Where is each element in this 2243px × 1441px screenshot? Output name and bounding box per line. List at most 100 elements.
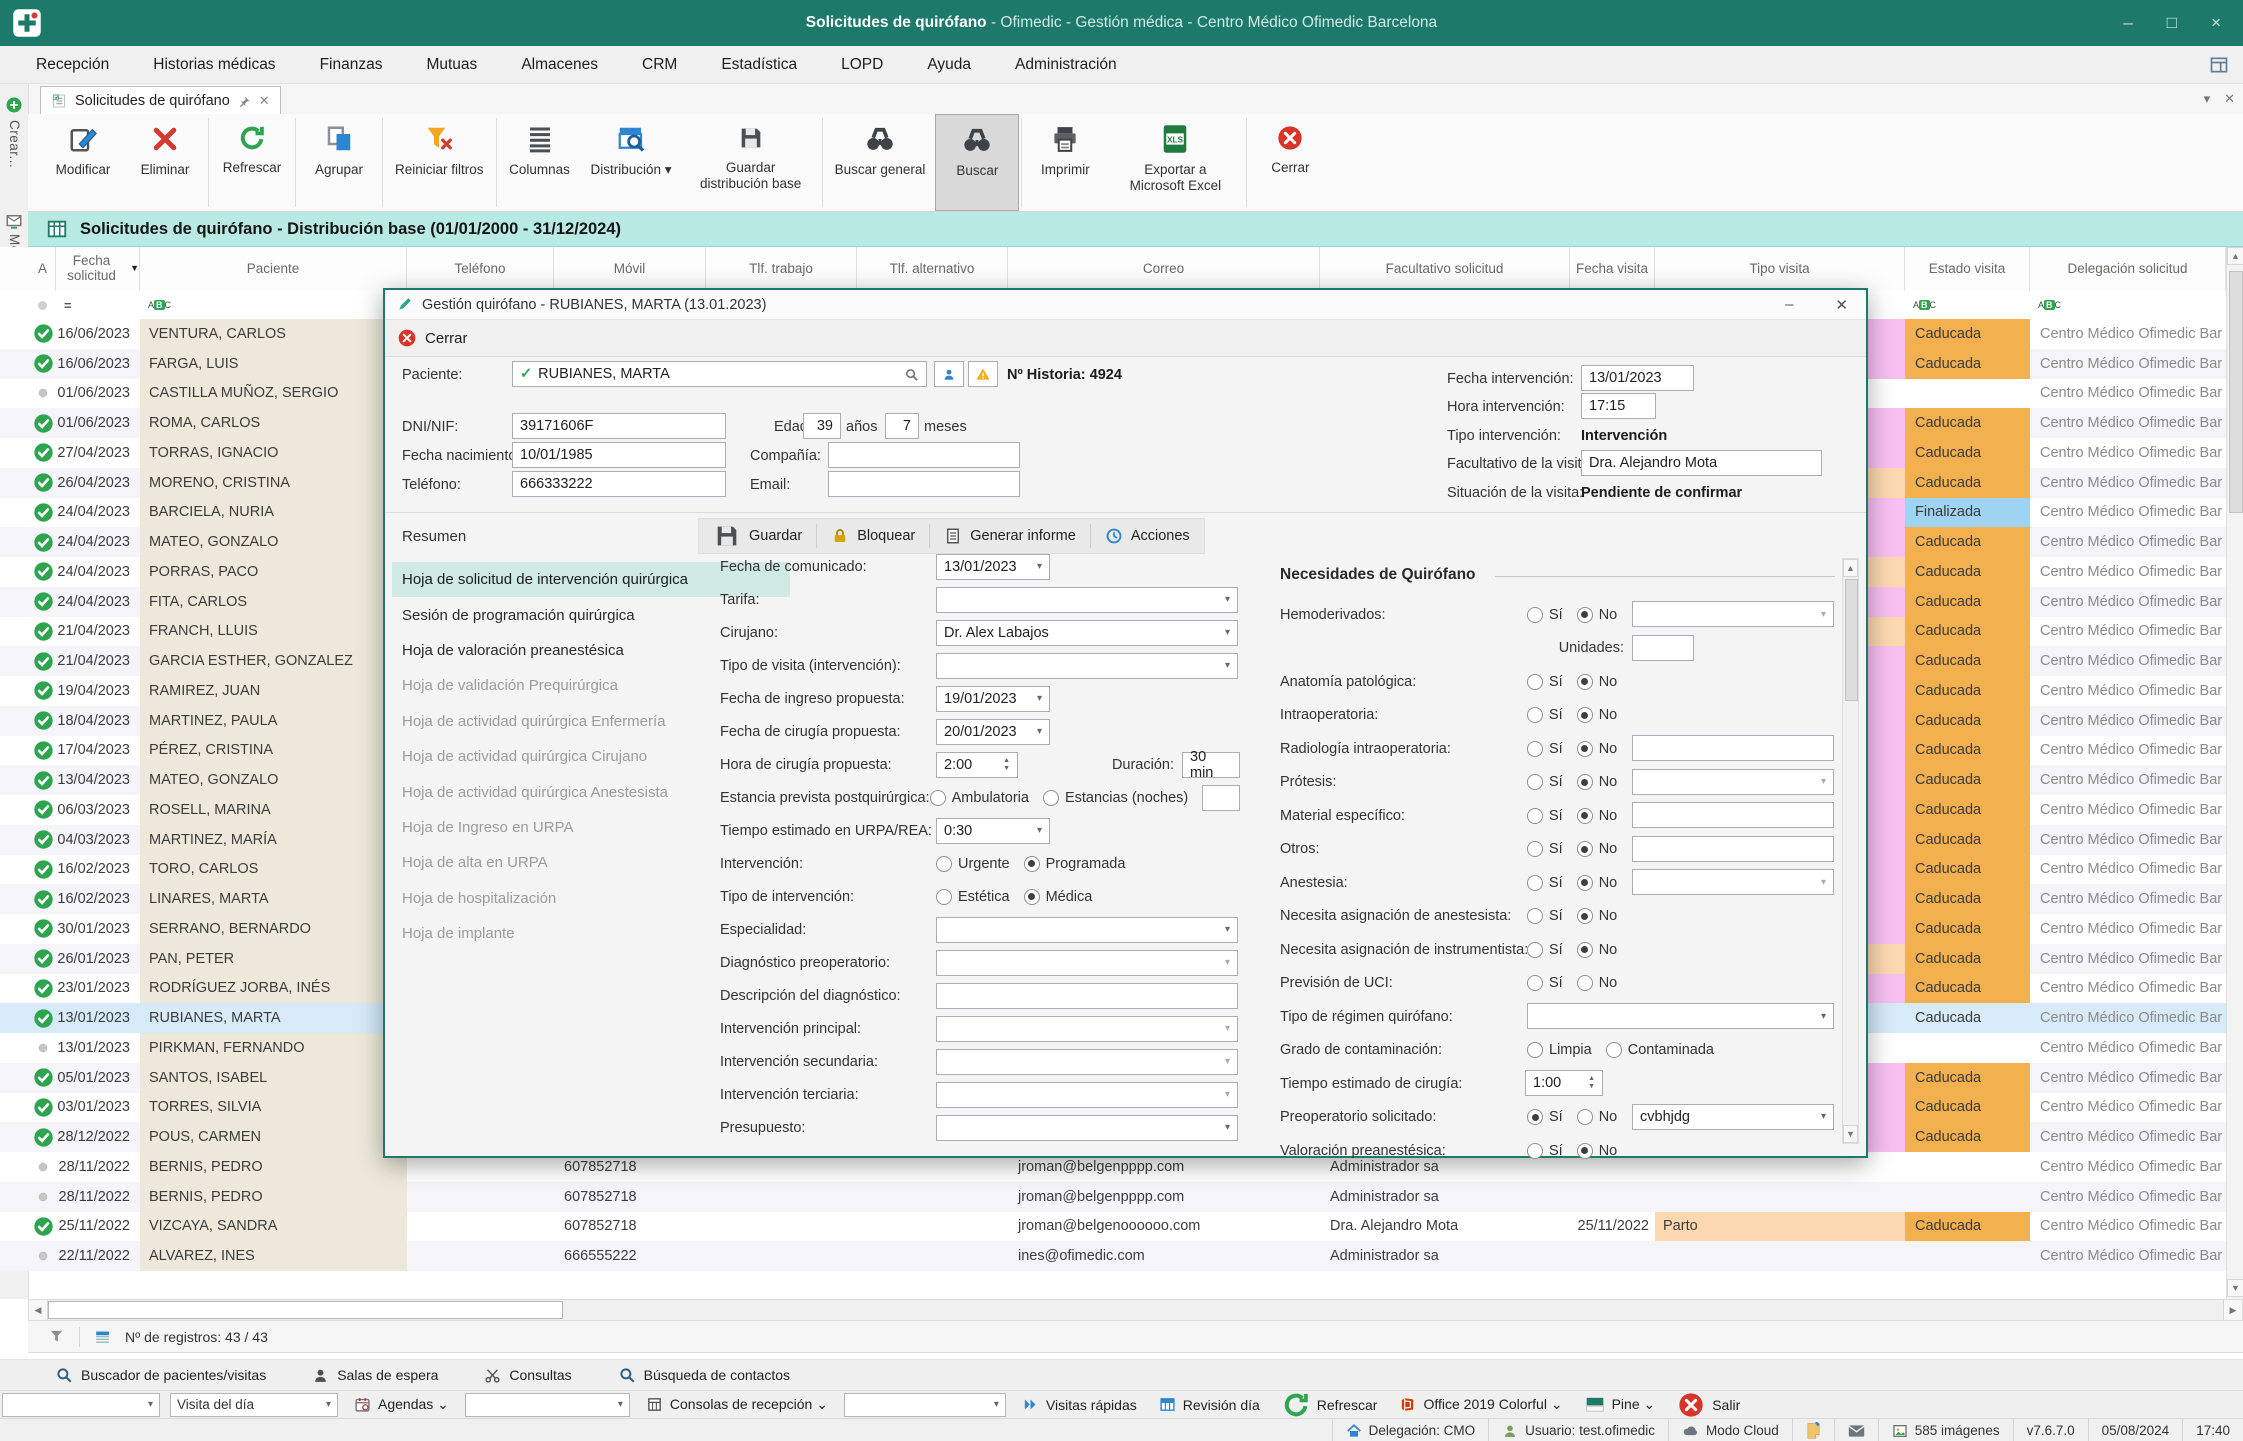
nacimiento-input[interactable]: 10/01/1985 bbox=[512, 442, 726, 468]
nq-radio-no-9[interactable] bbox=[1576, 908, 1593, 925]
patient-warning-button[interactable] bbox=[968, 361, 998, 387]
nq-radio-no-0[interactable] bbox=[1576, 606, 1593, 623]
radio-10-0[interactable] bbox=[936, 888, 952, 905]
combo-17[interactable]: ▾ bbox=[936, 1114, 1238, 1141]
filter-cell-fecha[interactable]: = bbox=[56, 291, 140, 319]
toolbar-button-modificar[interactable]: Modificar bbox=[42, 114, 124, 211]
nq-radio-si-6[interactable] bbox=[1527, 807, 1543, 824]
toolbar-button-buscar-general[interactable]: Buscar general bbox=[825, 114, 936, 211]
nq-radio-si-5[interactable] bbox=[1527, 774, 1543, 791]
nq-radio-si-16[interactable] bbox=[1527, 1142, 1543, 1159]
status-mensajes[interactable] bbox=[1833, 1419, 1878, 1441]
combo-combo-1[interactable]: ▾ bbox=[2, 1392, 160, 1417]
dialog-scroll-thumb[interactable] bbox=[1845, 579, 1858, 701]
nq-combo-15[interactable]: cvbhjdg ▾ bbox=[1632, 1103, 1834, 1130]
combo-combo-3[interactable]: ▾ bbox=[843, 1392, 1006, 1417]
combo-8[interactable]: 0:30 ▾ bbox=[936, 817, 1050, 844]
combo-11[interactable]: ▾ bbox=[936, 916, 1238, 943]
edad-meses-input[interactable]: 7 bbox=[885, 413, 919, 439]
nq-radio-si-9[interactable] bbox=[1527, 908, 1543, 925]
unidades-input[interactable] bbox=[1632, 634, 1694, 661]
status-usuario[interactable]: Usuario: test.ofimedic bbox=[1488, 1419, 1668, 1441]
hora-intervencion-input[interactable]: 17:15 bbox=[1581, 393, 1656, 419]
cerrar-button[interactable]: Cerrar bbox=[425, 330, 468, 347]
toolbar-button-distribucion[interactable]: Distribución ▾ bbox=[581, 114, 682, 211]
nq-spin-14[interactable]: 1:00 ▲ ▼ bbox=[1525, 1070, 1603, 1096]
menu-recepción[interactable]: Recepción bbox=[14, 46, 131, 83]
toolbar-button-agrupar[interactable]: Agrupar bbox=[298, 114, 380, 211]
column-header-trabajo[interactable]: Tlf. trabajo bbox=[706, 247, 857, 291]
tablist-dropdown-icon[interactable]: ▾ bbox=[2204, 91, 2211, 107]
filter-cell-a[interactable] bbox=[30, 291, 56, 319]
toolbar-button-reiniciar-filtros[interactable]: Reiniciar filtros bbox=[385, 114, 494, 211]
menu-mutuas[interactable]: Mutuas bbox=[404, 46, 499, 83]
menu-almacenes[interactable]: Almacenes bbox=[499, 46, 620, 83]
combo-2[interactable]: Dr. Alex Labajos ▾ bbox=[936, 619, 1238, 646]
edad-anios-input[interactable]: 39 bbox=[803, 413, 841, 439]
estancias-input[interactable] bbox=[1202, 784, 1240, 811]
nq-radio-si-3[interactable] bbox=[1527, 707, 1543, 724]
toolbar-button-buscar[interactable]: Buscar bbox=[935, 114, 1020, 211]
nq-input-4[interactable] bbox=[1632, 735, 1834, 761]
combo-5[interactable]: 20/01/2023 ▾ bbox=[936, 718, 1050, 745]
filter-cell-estado[interactable]: ABC bbox=[1905, 291, 2030, 319]
combo-1[interactable]: ▾ bbox=[936, 586, 1238, 613]
status-imagenes[interactable]: 585 imágenes bbox=[1877, 1419, 2013, 1441]
pin-icon[interactable] bbox=[238, 95, 251, 108]
button-pine-theme[interactable]: Pine ⌄ bbox=[1579, 1396, 1662, 1413]
button-salir[interactable]: Salir bbox=[1671, 1391, 1746, 1419]
toolbar-button-guardar-distribucion-base[interactable]: Guardar distribución base bbox=[682, 114, 820, 211]
button-agendas[interactable]: Agendas ⌄ bbox=[348, 1396, 455, 1413]
tab-close-icon[interactable]: ✕ bbox=[259, 93, 270, 109]
combo-4[interactable]: 19/01/2023 ▾ bbox=[936, 685, 1050, 712]
column-header-correo[interactable]: Correo bbox=[1008, 247, 1320, 291]
dialog-scroll-down-icon[interactable]: ▼ bbox=[1843, 1125, 1858, 1143]
minimize-button[interactable]: – bbox=[2123, 13, 2132, 33]
nq-radio-no-2[interactable] bbox=[1576, 673, 1593, 690]
toolbar-button-cerrar[interactable]: Cerrar bbox=[1249, 114, 1331, 211]
compania-input[interactable] bbox=[828, 442, 1020, 468]
toolbar-button-exportar-excel[interactable]: XLS Exportar a Microsoft Excel bbox=[1106, 114, 1244, 211]
scroll-up-icon[interactable]: ▲ bbox=[2227, 247, 2243, 265]
combo-vista[interactable]: Visita del día ▾ bbox=[170, 1392, 338, 1417]
tablist-close-icon[interactable]: ✕ bbox=[2224, 91, 2235, 107]
column-header-estado[interactable]: Estado visita bbox=[1905, 247, 2030, 291]
column-header-movil[interactable]: Móvil bbox=[554, 247, 706, 291]
dialog-button-bloquear[interactable]: Bloquear bbox=[817, 519, 929, 553]
fecha-intervencion-input[interactable]: 13/01/2023 bbox=[1581, 365, 1694, 391]
mensajes-icon[interactable] bbox=[5, 212, 23, 230]
toolbar-button-columnas[interactable]: Columnas bbox=[499, 114, 581, 211]
toolbar-button-imprimir[interactable]: Imprimir bbox=[1024, 114, 1106, 211]
status-fecha[interactable]: 05/08/2024 bbox=[2087, 1419, 2183, 1441]
filter-cell-paciente[interactable]: ABC bbox=[140, 291, 407, 319]
scroll-left-icon[interactable]: ◀ bbox=[29, 1300, 48, 1320]
dialog-button-acciones[interactable]: Acciones bbox=[1091, 519, 1204, 553]
nq-input-6[interactable] bbox=[1632, 802, 1834, 828]
menu-estadística[interactable]: Estadística bbox=[699, 46, 819, 83]
column-header-alt[interactable]: Tlf. alternativo bbox=[857, 247, 1008, 291]
status-hora[interactable]: 17:40 bbox=[2182, 1419, 2243, 1441]
nq-radio-no-16[interactable] bbox=[1576, 1142, 1593, 1159]
maximize-button[interactable]: □ bbox=[2167, 13, 2177, 33]
filter-cell-delegacion[interactable]: ABC bbox=[2030, 291, 2226, 319]
column-header-facultativo[interactable]: Facultativo solicitud bbox=[1320, 247, 1570, 291]
menu-historias-médicas[interactable]: Historias médicas bbox=[131, 46, 297, 83]
email-input[interactable] bbox=[828, 471, 1020, 497]
layout-icon[interactable] bbox=[2209, 55, 2229, 75]
nq-radio-si-8[interactable] bbox=[1527, 874, 1543, 891]
button-refrescar2[interactable]: Refrescar bbox=[1276, 1391, 1384, 1419]
nq-radio-13-1[interactable] bbox=[1605, 1042, 1622, 1059]
toolbar-button-eliminar[interactable]: Eliminar bbox=[124, 114, 206, 211]
table-row[interactable]: 25/11/2022 VIZCAYA, SANDRA 607852718 jroman… bbox=[0, 1211, 2243, 1242]
dialog-button-guardar[interactable]: Guardar bbox=[699, 519, 816, 553]
toolbar-button-refrescar[interactable]: Refrescar bbox=[211, 114, 293, 211]
column-header-fechav[interactable]: Fecha visita bbox=[1570, 247, 1655, 291]
menu-administración[interactable]: Administración bbox=[993, 46, 1139, 83]
shortcut-busqueda-contactos[interactable]: Búsqueda de contactos bbox=[618, 1366, 790, 1384]
status-modo-cloud[interactable]: Modo Cloud bbox=[1667, 1419, 1792, 1441]
input-13[interactable] bbox=[936, 982, 1238, 1009]
tab-solicitudes-quirofano[interactable]: Solicitudes de quirófano ✕ bbox=[40, 86, 281, 115]
table-row[interactable]: 22/11/2022 ALVAREZ, INES 666555222 ines@ofi… bbox=[0, 1241, 2243, 1271]
filter-funnel-icon[interactable] bbox=[48, 1328, 65, 1345]
combo-3[interactable]: ▾ bbox=[936, 652, 1238, 679]
